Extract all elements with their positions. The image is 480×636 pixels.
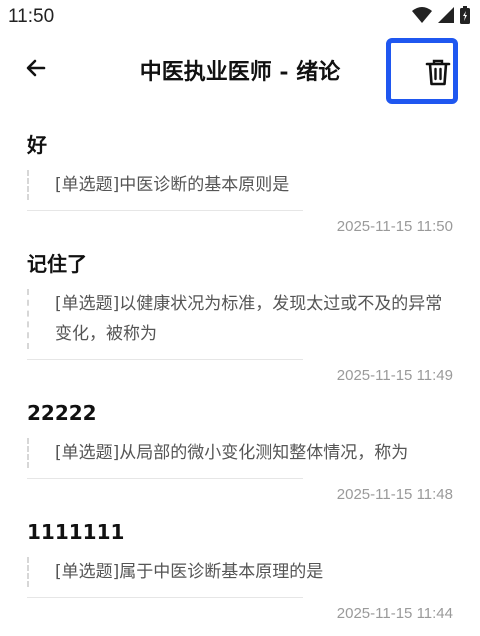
note-list: 好 [单选题]中医诊断的基本原则是 2025-11-15 11:50 记住了 [… — [0, 118, 480, 624]
note-item[interactable]: 好 [单选题]中医诊断的基本原则是 2025-11-15 11:50 — [0, 118, 480, 237]
note-title: 1111111 — [27, 520, 125, 544]
signal-icon — [438, 7, 454, 27]
note-item[interactable]: 22222 [单选题]从局部的微小变化测知整体情况，称为 2025-11-15 … — [0, 386, 480, 505]
delete-button[interactable] — [420, 56, 456, 92]
note-question: [单选题]从局部的微小变化测知整体情况，称为 — [27, 438, 453, 468]
note-time: 2025-11-15 11:48 — [336, 486, 453, 503]
wifi-icon — [412, 7, 432, 27]
note-title: 好 — [27, 133, 47, 157]
battery-icon — [460, 6, 470, 28]
note-title: 记住了 — [27, 252, 87, 276]
note-item[interactable]: 记住了 [单选题]以健康状况为标准，发现太过或不及的异常变化，被称为 2025-… — [0, 237, 480, 386]
note-question: [单选题]属于中医诊断基本原理的是 — [27, 557, 453, 587]
note-item[interactable]: 1111111 [单选题]属于中医诊断基本原理的是 2025-11-15 11:… — [0, 505, 480, 624]
app-bar: 中医执业医师 - 绪论 — [0, 34, 480, 104]
status-bar: 11:50 — [0, 0, 480, 34]
note-divider — [27, 210, 303, 211]
status-icons — [412, 6, 470, 28]
note-title: 22222 — [27, 401, 97, 425]
note-question: [单选题]中医诊断的基本原则是 — [27, 170, 453, 200]
note-time: 2025-11-15 11:44 — [336, 605, 453, 622]
status-time: 11:50 — [8, 6, 55, 27]
note-question: [单选题]以健康状况为标准，发现太过或不及的异常变化，被称为 — [27, 289, 453, 349]
note-divider — [27, 478, 303, 479]
note-divider — [27, 597, 303, 598]
note-divider — [27, 359, 303, 360]
trash-icon — [425, 58, 451, 90]
note-time: 2025-11-15 11:49 — [336, 367, 453, 384]
note-time: 2025-11-15 11:50 — [336, 218, 453, 235]
